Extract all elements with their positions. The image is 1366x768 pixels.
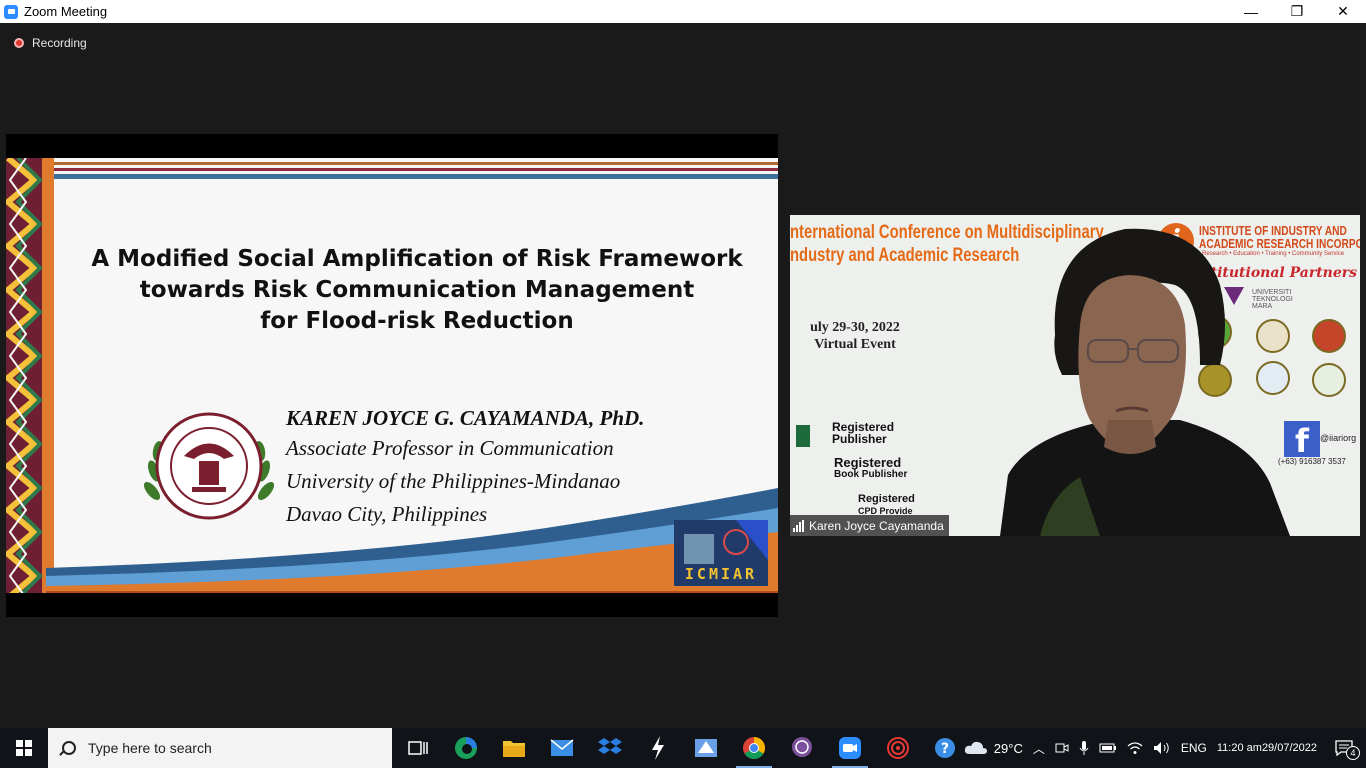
help-icon: ?: [935, 738, 955, 758]
headline-line-3: for Flood-risk Reduction: [260, 308, 574, 334]
action-center-button[interactable]: 4: [1322, 728, 1366, 768]
microphone-button[interactable]: [1074, 728, 1094, 768]
chevron-up-icon: ︿: [1032, 741, 1045, 756]
taskbar-app-drive[interactable]: [682, 728, 730, 768]
search-icon: [62, 741, 76, 755]
taskbar-zoom[interactable]: [826, 728, 874, 768]
shared-screen[interactable]: A Modified Social Amplification of Risk …: [6, 134, 778, 617]
meeting-stage: Recording A Modified Social Amplificatio…: [0, 23, 1366, 728]
chrome-icon: [743, 737, 765, 759]
system-tray: 29°C ︿ ENG 11:20 am 29/07/2022 4: [959, 728, 1366, 768]
window-controls: — ❐ ✕: [1228, 0, 1366, 23]
viber-icon: [792, 737, 812, 757]
author-name: KAREN JOYCE G. CAYAMANDA, PhD.: [286, 406, 645, 430]
notification-count-badge: 4: [1346, 746, 1360, 760]
taskbar-mail[interactable]: [538, 728, 586, 768]
edge-icon: [455, 737, 477, 759]
taskbar-viber[interactable]: [778, 728, 826, 768]
slide-stripe-blue: [54, 174, 778, 179]
minimize-button[interactable]: —: [1228, 0, 1274, 23]
taskbar-search-box[interactable]: Type here to search: [48, 728, 392, 768]
speaker-icon: [1153, 742, 1169, 754]
folder-icon: [503, 741, 525, 757]
clock-button[interactable]: 11:20 am 29/07/2022: [1212, 728, 1322, 768]
taskbar-file-explorer[interactable]: [490, 728, 538, 768]
window-titlebar: Zoom Meeting — ❐ ✕: [0, 0, 1366, 23]
recording-indicator[interactable]: Recording: [14, 36, 87, 50]
taskbar-app-bolt[interactable]: [634, 728, 682, 768]
task-view-button[interactable]: [394, 728, 442, 768]
battery-button[interactable]: [1094, 728, 1122, 768]
icmiar-logo: ICMIAR: [674, 520, 768, 586]
start-button[interactable]: [0, 728, 48, 768]
bolt-app-icon: [652, 736, 664, 760]
wifi-icon: [1127, 742, 1143, 754]
publisher-book-icon: [796, 425, 810, 447]
show-hidden-icons-button[interactable]: ︿: [1028, 728, 1050, 768]
headline-line-2: towards Risk Communication Management: [139, 277, 695, 303]
dropbox-icon: [598, 738, 622, 754]
language-indicator: ENG: [1180, 741, 1207, 755]
zoom-icon: [839, 737, 861, 759]
headline-line-1: A Modified Social Amplification of Risk …: [91, 246, 743, 272]
speaker-name-tag: Karen Joyce Cayamanda: [790, 515, 949, 536]
mail-icon: [550, 739, 574, 756]
clock-time: 11:20 am: [1216, 741, 1262, 754]
speaker-video-tile[interactable]: nternational Conference on Multidiscipli…: [790, 215, 1360, 536]
close-button[interactable]: ✕: [1320, 0, 1366, 23]
input-language-button[interactable]: ENG: [1176, 728, 1212, 768]
camera-icon: [1055, 743, 1069, 753]
cloud-icon: [964, 741, 987, 754]
wifi-button[interactable]: [1122, 728, 1148, 768]
window-title: Zoom Meeting: [24, 4, 108, 19]
slide-stripe-orange: [54, 162, 778, 165]
weather-widget[interactable]: 29°C: [959, 728, 1028, 768]
slide-stripe-maroon: [54, 168, 778, 171]
microphone-icon: [1079, 741, 1089, 755]
zoom-app-icon: [4, 4, 18, 19]
weather-temperature: 29°C: [993, 740, 1023, 756]
maximize-button[interactable]: ❐: [1274, 0, 1320, 23]
icmiar-logo-text: ICMIAR: [684, 565, 758, 583]
slide-headline: A Modified Social Amplification of Risk …: [56, 244, 778, 337]
taskbar-app-swirl[interactable]: [874, 728, 922, 768]
swirl-app-icon: [887, 737, 909, 759]
windows-taskbar: Type here to search ? 29°C ︿ ENG 11:20 a…: [0, 728, 1366, 768]
recording-label: Recording: [32, 36, 87, 50]
speaker-video-person: [1000, 228, 1290, 536]
search-placeholder: Type here to search: [88, 740, 212, 756]
signal-strength-icon: [793, 519, 805, 532]
decorative-waves: [46, 488, 778, 593]
presentation-slide: A Modified Social Amplification of Risk …: [6, 158, 778, 593]
speaker-name: Karen Joyce Cayamanda: [809, 518, 944, 533]
record-icon: [14, 38, 24, 48]
meet-now-button[interactable]: [1050, 728, 1074, 768]
svg-text:?: ?: [941, 741, 949, 757]
volume-button[interactable]: [1148, 728, 1176, 768]
task-view-icon: [408, 741, 428, 755]
clock-date: 29/07/2022: [1261, 741, 1317, 754]
taskbar-edge[interactable]: [442, 728, 490, 768]
windows-logo-icon: [16, 740, 32, 756]
drive-app-icon: [695, 739, 717, 757]
author-title: Associate Professor in Communication: [286, 436, 614, 460]
taskbar-chrome[interactable]: [730, 728, 778, 768]
battery-icon: [1099, 743, 1116, 753]
taskbar-dropbox[interactable]: [586, 728, 634, 768]
